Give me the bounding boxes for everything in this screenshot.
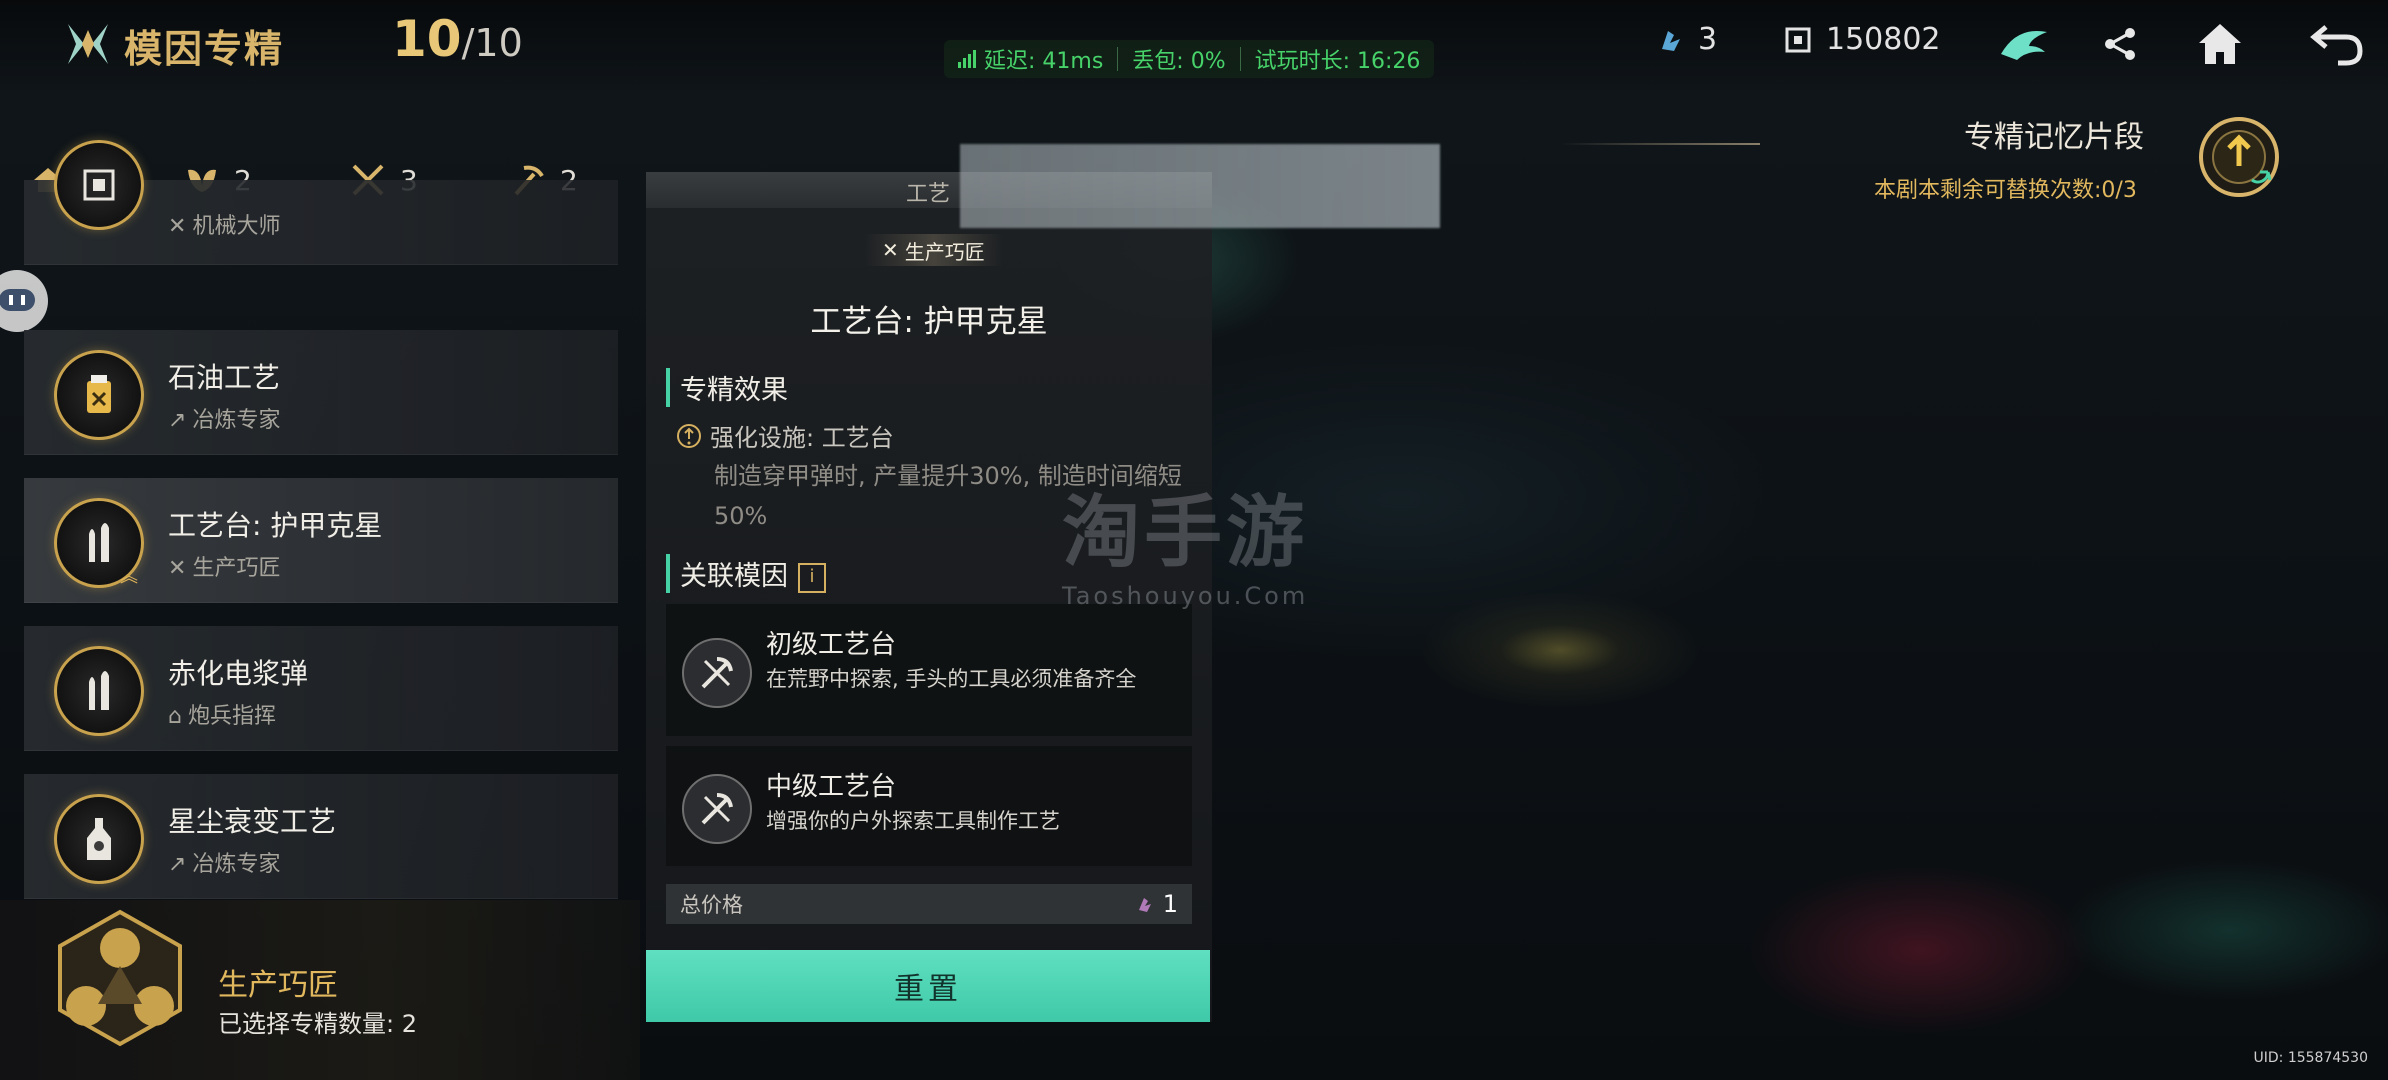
item-category: ↗ 冶炼专家 [168, 846, 280, 878]
share-icon[interactable] [2090, 14, 2150, 74]
item-category: ↗ 冶炼专家 [168, 402, 280, 434]
price-value: 1 [1162, 890, 1178, 918]
hammer-pick-icon [682, 774, 752, 844]
watermark-small: Taoshouyou.Com [1062, 582, 1309, 610]
divider [1239, 47, 1241, 71]
selected-count: 已选择专精数量: 2 [218, 1010, 417, 1038]
item-category-label: 冶炼专家 [192, 408, 281, 433]
item-category-label: 机械大师 [192, 214, 281, 239]
crossed-tools-icon: ✕ [168, 214, 187, 239]
price-label: 总价格 [680, 893, 743, 917]
artisan-emblem-icon [58, 909, 182, 1047]
selected-category-card[interactable]: 生产巧匠 已选择专精数量: 2 [0, 900, 640, 1080]
chip-icon [1785, 27, 1811, 52]
obscured-region [960, 144, 1440, 228]
replace-count: 本剧本剩余可替换次数:0/3 [1874, 178, 2137, 203]
pause-bubble-icon [0, 289, 35, 311]
category-tag: ✕ 生产巧匠 [864, 234, 1003, 266]
gene-name: 初级工艺台 [766, 630, 897, 660]
item-category: ✕ 机械大师 [168, 208, 280, 240]
related-gene-card[interactable]: 中级工艺台 增强你的户外探索工具制作工艺 [666, 746, 1192, 866]
effect-name: 强化设施: 工艺台 [710, 424, 894, 452]
item-category-label: 生产巧匠 [192, 556, 281, 581]
decor-line [1560, 143, 1760, 145]
bullets-icon [54, 646, 144, 736]
back-icon[interactable] [2306, 14, 2366, 74]
total-price-row: 总价格 1 [666, 884, 1192, 924]
house-icon: ⌂ [168, 704, 182, 729]
oil-barrel-icon [54, 350, 144, 440]
currency-count: 150802 [1826, 22, 1941, 57]
floating-assistant-button[interactable] [0, 270, 48, 332]
category-title: 生产巧匠 [218, 968, 338, 1003]
item-title: 石油工艺 [168, 361, 281, 394]
top-bar: 模因专精 10/10 延迟: 41ms 丢包: 0% 试玩时长: 16:26 3… [0, 0, 2388, 90]
trial-time-text: 试玩时长: 16:26 [1254, 49, 1421, 74]
item-category-label: 冶炼专家 [192, 852, 281, 877]
count-max: 10 [474, 21, 523, 65]
pickaxe-icon: ↗ [168, 408, 187, 433]
bottle-icon [54, 794, 144, 884]
list-item[interactable]: 石油工艺 ↗ 冶炼专家 [24, 330, 618, 455]
signal-icon [958, 50, 976, 68]
list-item-selected[interactable]: ︽ 工艺台: 护甲克星 ✕ 生产巧匠 [24, 478, 618, 603]
watermark-big: 淘手游 [1062, 488, 1309, 578]
hammer-pick-icon [682, 638, 752, 708]
list-item[interactable]: 星尘衰变工艺 ↗ 冶炼专家 [24, 774, 618, 899]
memory-fragment-title: 专精记忆片段 [1964, 120, 2144, 155]
tab-label: 工艺 [906, 182, 951, 207]
network-status: 延迟: 41ms 丢包: 0% 试玩时长: 16:26 [944, 40, 1435, 78]
memory-swap-button[interactable] [2196, 114, 2282, 200]
home-icon[interactable] [2190, 14, 2250, 74]
related-header-label: 关联模因 [680, 561, 788, 592]
effect-section-header: 专精效果 [666, 368, 788, 407]
rank-chevron-icon: ︽ [120, 566, 138, 587]
watermark: 淘手游 Taoshouyou.Com [1062, 470, 1308, 610]
related-section-header: 关联模因 i [666, 554, 826, 593]
page-title: 模因专精 [124, 27, 285, 71]
info-icon[interactable]: i [798, 562, 826, 593]
count-current: 10 [392, 10, 462, 68]
item-category-label: 炮兵指挥 [187, 704, 276, 729]
currency-resource[interactable]: 150802 [1782, 22, 1941, 57]
item-category: ⌂ 炮兵指挥 [168, 698, 276, 730]
reset-button[interactable]: 重置 [646, 950, 1210, 1022]
pickaxe-icon: ↗ [168, 852, 187, 877]
list-item[interactable]: ✕ 机械大师 [24, 140, 618, 265]
meme-emblem-icon [68, 24, 108, 64]
item-category: ✕ 生产巧匠 [168, 550, 280, 582]
packet-loss-text: 丢包: 0% [1132, 49, 1226, 74]
detail-title: 工艺台: 护甲克星 [810, 304, 1048, 340]
related-gene-card[interactable]: 初级工艺台 在荒野中探索, 手头的工具必须准备齐全 [666, 604, 1192, 736]
gene-description: 增强你的户外探索工具制作工艺 [766, 809, 1060, 833]
mechanic-icon [54, 140, 144, 230]
game-screen: 模因专精 10/10 延迟: 41ms 丢包: 0% 试玩时长: 16:26 3… [0, 0, 2388, 1080]
gene-description: 在荒野中探索, 手头的工具必须准备齐全 [766, 667, 1137, 691]
price-value-wrap: 1 [1135, 890, 1178, 918]
fragment-icon [1662, 30, 1680, 51]
latency-text: 延迟: 41ms [984, 49, 1104, 74]
item-title: 星尘衰变工艺 [168, 805, 337, 838]
tag-label: 生产巧匠 [904, 239, 985, 264]
upgrade-icon [677, 423, 701, 448]
user-id: UID: 155874530 [2253, 1050, 2369, 1066]
fragment-resource[interactable]: 3 [1656, 22, 1717, 57]
fragment-icon [1138, 898, 1151, 912]
item-title: 工艺台: 护甲克星 [168, 509, 383, 542]
crossed-tools-icon: ✕ [882, 238, 899, 262]
count-separator: / [461, 21, 475, 65]
effect-line: 强化设施: 工艺台 [676, 418, 894, 453]
list-item[interactable]: 赤化电浆弹 ⌂ 炮兵指挥 [24, 626, 618, 751]
faction-emblem-icon[interactable] [1994, 14, 2054, 74]
gene-name: 中级工艺台 [766, 772, 897, 802]
specialization-count: 10/10 [392, 10, 523, 68]
crossed-tools-icon: ✕ [168, 556, 187, 581]
item-title: 赤化电浆弹 [168, 657, 309, 690]
fragment-count: 3 [1698, 22, 1718, 57]
divider [1117, 47, 1119, 71]
